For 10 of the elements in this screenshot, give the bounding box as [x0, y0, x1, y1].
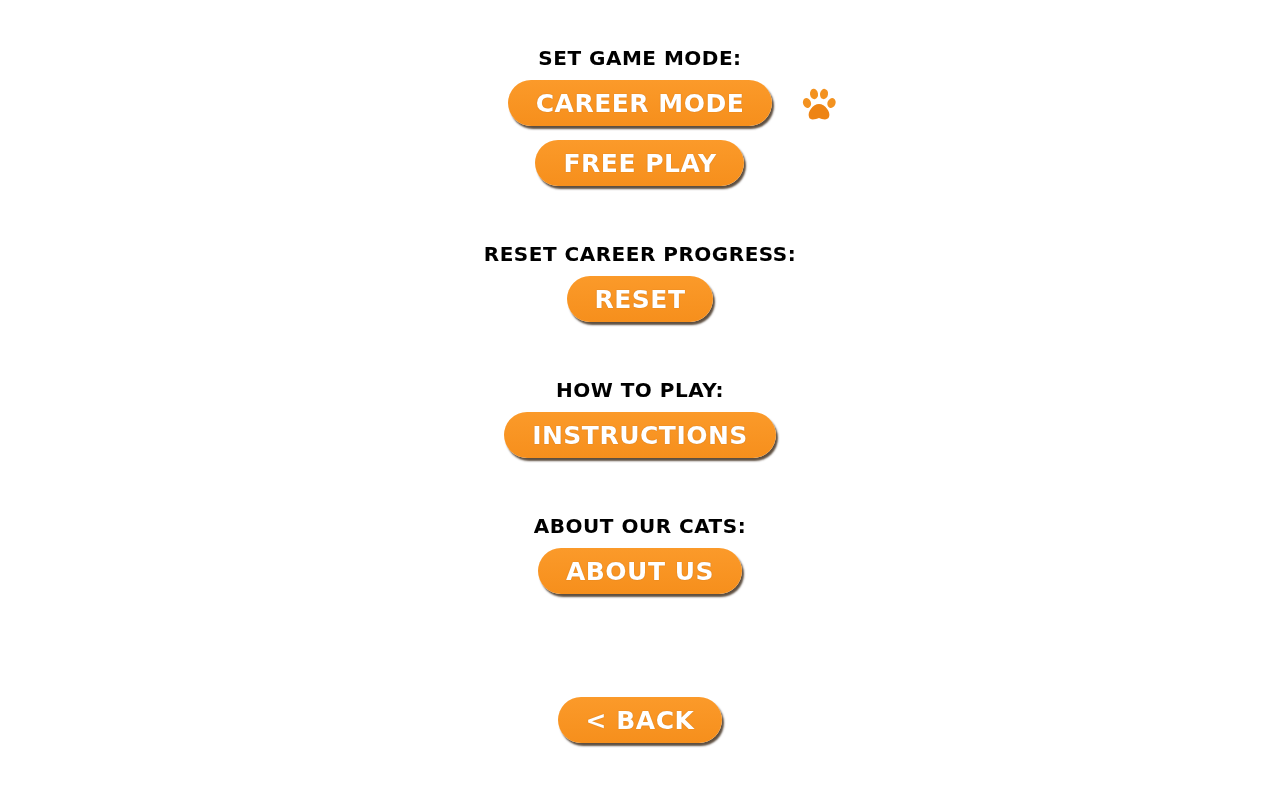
back-button[interactable]: < BACK — [557, 697, 723, 743]
section-heading: ABOUT OUR CATS: — [533, 514, 747, 538]
menu-button[interactable]: INSTRUCTIONS — [504, 412, 776, 458]
section-heading: SET GAME MODE: — [538, 46, 742, 70]
menu-button[interactable]: FREE PLAY — [535, 140, 745, 186]
section-heading: RESET CAREER PROGRESS: — [483, 242, 797, 266]
section-heading: HOW TO PLAY: — [555, 378, 725, 402]
menu-button[interactable]: CAREER MODE — [507, 80, 773, 126]
menu-button[interactable]: ABOUT US — [537, 548, 742, 594]
menu-button[interactable]: RESET — [566, 276, 714, 322]
